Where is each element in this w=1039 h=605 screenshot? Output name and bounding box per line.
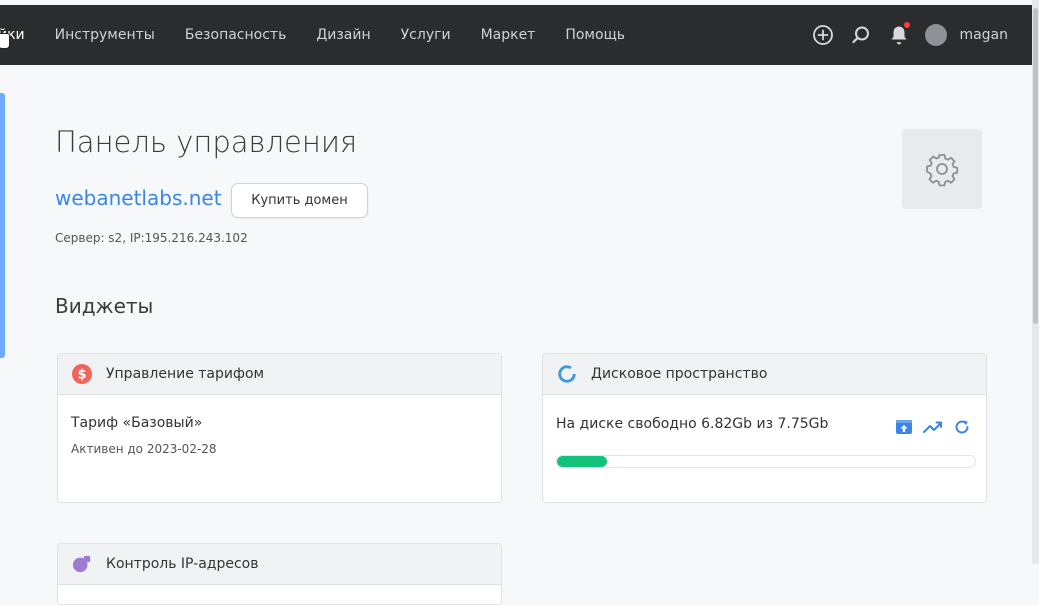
scrollbar-thumb[interactable] bbox=[1033, 8, 1038, 324]
nav-item-services[interactable]: Услуги bbox=[401, 27, 451, 43]
ip-lock-icon bbox=[72, 554, 92, 574]
buy-domain-button[interactable]: Купить домен bbox=[231, 183, 368, 218]
nav-item-help[interactable]: Помощь bbox=[565, 27, 625, 43]
page-title: Панель управления bbox=[55, 125, 358, 159]
bell-icon[interactable] bbox=[887, 22, 911, 47]
settings-button[interactable] bbox=[902, 129, 982, 209]
gear-icon bbox=[926, 154, 959, 187]
search-icon[interactable] bbox=[849, 23, 873, 47]
disk-widget-header: Дисковое пространство bbox=[543, 354, 986, 395]
svg-text:$: $ bbox=[77, 368, 86, 383]
tariff-widget-title: Управление тарифом bbox=[106, 366, 265, 382]
ip-widget-title: Контроль IP-адресов bbox=[106, 556, 259, 572]
ip-control-widget: Контроль IP-адресов bbox=[57, 543, 502, 605]
disk-usage-progress bbox=[556, 455, 976, 468]
ip-widget-header: Контроль IP-адресов bbox=[58, 544, 501, 585]
nav-item-security[interactable]: Безопасность bbox=[185, 27, 286, 43]
refresh-icon[interactable] bbox=[952, 417, 972, 437]
domain-link[interactable]: webanetlabs.net bbox=[55, 186, 222, 210]
avatar[interactable] bbox=[925, 24, 948, 46]
chart-trend-icon[interactable] bbox=[923, 417, 943, 437]
plus-circle-icon[interactable] bbox=[811, 23, 835, 47]
disk-usage-icon bbox=[557, 364, 577, 384]
tariff-active-until: Активен до 2023-02-28 bbox=[71, 442, 217, 456]
tariff-widget-header: $ Управление тарифом bbox=[58, 354, 501, 395]
main-nav: йки Инструменты Безопасность Дизайн Услу… bbox=[0, 5, 655, 65]
username[interactable]: magan bbox=[959, 27, 1008, 43]
mouse-cursor-icon bbox=[0, 33, 10, 49]
tariff-name: Тариф «Базовый» bbox=[71, 415, 203, 431]
nav-item-market[interactable]: Маркет bbox=[481, 27, 536, 43]
topbar-actions: magan bbox=[797, 5, 1008, 65]
tariff-widget: $ Управление тарифом Тариф «Базовый» Акт… bbox=[57, 353, 502, 503]
widgets-section-title: Виджеты bbox=[55, 294, 154, 318]
dollar-icon: $ bbox=[72, 364, 92, 384]
disk-free-text: На диске свободно 6.82Gb из 7.75Gb bbox=[556, 416, 829, 432]
nav-item-design[interactable]: Дизайн bbox=[316, 27, 370, 43]
disk-widget: Дисковое пространство На диске свободно … bbox=[542, 353, 987, 503]
notification-badge bbox=[904, 22, 911, 28]
disk-usage-progress-fill bbox=[557, 456, 608, 467]
disk-actions bbox=[885, 417, 972, 437]
disk-widget-title: Дисковое пространство bbox=[591, 366, 768, 382]
sidebar-accent-bar bbox=[0, 93, 5, 358]
nav-item-tools[interactable]: Инструменты bbox=[55, 27, 155, 43]
top-navigation-bar: йки Инструменты Безопасность Дизайн Услу… bbox=[0, 5, 1032, 65]
archive-icon[interactable] bbox=[894, 417, 914, 437]
server-info: Сервер: s2, IP:195.216.243.102 bbox=[55, 231, 248, 245]
